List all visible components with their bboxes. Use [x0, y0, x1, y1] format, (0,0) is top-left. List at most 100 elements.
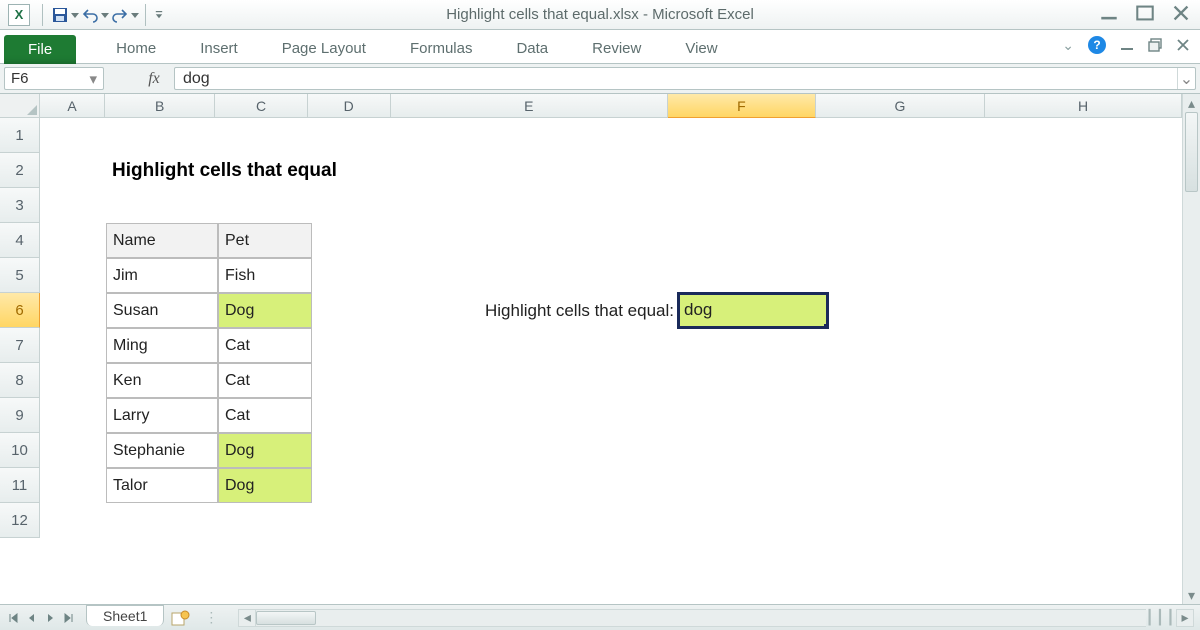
doc-minimize-button[interactable] — [1120, 38, 1134, 52]
fx-icon[interactable]: fx — [136, 70, 172, 88]
row-header-1[interactable]: 1 — [0, 118, 40, 153]
row-header-5[interactable]: 5 — [0, 258, 40, 293]
column-header-D[interactable]: D — [308, 94, 391, 118]
cell-value: Cat — [225, 407, 250, 425]
scroll-down-button[interactable]: ▾ — [1183, 586, 1200, 604]
redo-dropdown[interactable] — [131, 4, 139, 26]
scroll-left-button[interactable]: ◂ — [238, 609, 256, 627]
vertical-scrollbar[interactable]: ▴ ▾ — [1182, 94, 1200, 604]
row-header-7[interactable]: 7 — [0, 328, 40, 363]
cell-B7[interactable]: Ming — [106, 328, 218, 363]
column-header-C[interactable]: C — [215, 94, 308, 118]
name-box-dropdown-icon[interactable]: ▾ — [89, 70, 97, 88]
tab-data[interactable]: Data — [494, 34, 570, 63]
cell-B9[interactable]: Larry — [106, 398, 218, 433]
formula-input[interactable]: dog ⌄ — [174, 67, 1196, 90]
cell-C5[interactable]: Fish — [218, 258, 312, 293]
title-bar: X Highlight cells that equal.xlsx - Micr… — [0, 0, 1200, 30]
sheet-tab-sheet1[interactable]: Sheet1 — [86, 605, 164, 626]
cell-value: Highlight cells that equal — [112, 160, 337, 182]
vertical-scroll-track[interactable] — [1183, 112, 1200, 586]
tab-review[interactable]: Review — [570, 34, 663, 63]
sheet-nav-last-button[interactable] — [60, 610, 76, 626]
tab-view[interactable]: View — [663, 34, 739, 63]
column-header-B[interactable]: B — [105, 94, 215, 118]
column-header-A[interactable]: A — [40, 94, 105, 118]
tab-insert[interactable]: Insert — [178, 34, 260, 63]
sheet-nav-first-button[interactable] — [6, 610, 22, 626]
redo-button[interactable] — [109, 4, 131, 26]
cell-F6[interactable]: dog — [678, 293, 828, 328]
doc-restore-button[interactable] — [1148, 38, 1162, 52]
cell-C10[interactable]: Dog — [218, 433, 312, 468]
cell-B4[interactable]: Name — [106, 223, 218, 258]
cell-B5[interactable]: Jim — [106, 258, 218, 293]
tab-split-handle[interactable]: ⋮ — [192, 609, 232, 626]
column-header-F[interactable]: F — [668, 94, 816, 118]
cell-B11[interactable]: Talor — [106, 468, 218, 503]
cell-value: Larry — [113, 407, 149, 425]
cell-value: Stephanie — [113, 442, 185, 460]
row-header-12[interactable]: 12 — [0, 503, 40, 538]
horizontal-scroll-grip: ┃┃┃ — [1146, 609, 1176, 626]
sheet-nav-prev-button[interactable] — [24, 610, 40, 626]
cell-C11[interactable]: Dog — [218, 468, 312, 503]
cell-E6[interactable]: Highlight cells that equal: — [396, 293, 678, 328]
row-header-10[interactable]: 10 — [0, 433, 40, 468]
undo-dropdown[interactable] — [101, 4, 109, 26]
name-box[interactable]: F6 ▾ — [4, 67, 104, 90]
close-button[interactable] — [1172, 4, 1190, 22]
formula-bar: F6 ▾ fx dog ⌄ — [0, 64, 1200, 94]
help-button[interactable]: ? — [1088, 36, 1106, 54]
tab-home[interactable]: Home — [94, 34, 178, 63]
name-box-value: F6 — [11, 70, 29, 87]
cell-C4[interactable]: Pet — [218, 223, 312, 258]
vertical-scroll-thumb[interactable] — [1185, 112, 1198, 192]
cell-value: Talor — [113, 477, 148, 495]
cell-value: Dog — [225, 442, 254, 460]
cell-B2[interactable]: Highlight cells that equal — [106, 153, 496, 188]
column-header-E[interactable]: E — [391, 94, 669, 118]
row-header-8[interactable]: 8 — [0, 363, 40, 398]
worksheet-grid[interactable]: ABCDEFGH 123456789101112 Highlight cells… — [0, 94, 1200, 604]
cell-C6[interactable]: Dog — [218, 293, 312, 328]
cell-value: Dog — [225, 302, 254, 320]
column-header-G[interactable]: G — [816, 94, 985, 118]
ribbon-minimize-chevron-icon[interactable]: ⌄ — [1062, 37, 1074, 54]
cell-C9[interactable]: Cat — [218, 398, 312, 433]
minimize-button[interactable] — [1100, 4, 1118, 22]
maximize-button[interactable] — [1136, 4, 1154, 22]
save-button[interactable] — [49, 4, 71, 26]
file-tab[interactable]: File — [4, 35, 76, 64]
row-header-11[interactable]: 11 — [0, 468, 40, 503]
select-all-corner[interactable] — [0, 94, 40, 118]
cell-C8[interactable]: Cat — [218, 363, 312, 398]
row-header-3[interactable]: 3 — [0, 188, 40, 223]
row-header-2[interactable]: 2 — [0, 153, 40, 188]
horizontal-scroll-track[interactable] — [256, 609, 1146, 627]
qat-customize-dropdown[interactable] — [152, 4, 166, 26]
cell-B6[interactable]: Susan — [106, 293, 218, 328]
row-header-9[interactable]: 9 — [0, 398, 40, 433]
row-header-6[interactable]: 6 — [0, 293, 40, 328]
cell-B10[interactable]: Stephanie — [106, 433, 218, 468]
scroll-up-button[interactable]: ▴ — [1183, 94, 1200, 112]
formula-value: dog — [183, 70, 210, 88]
sheet-nav-next-button[interactable] — [42, 610, 58, 626]
tab-page-layout[interactable]: Page Layout — [260, 34, 388, 63]
horizontal-scroll-thumb[interactable] — [256, 611, 316, 625]
column-header-H[interactable]: H — [985, 94, 1182, 118]
row-header-4[interactable]: 4 — [0, 223, 40, 258]
qat-save-dropdown[interactable] — [71, 4, 79, 26]
doc-close-button[interactable] — [1176, 38, 1190, 52]
horizontal-scrollbar[interactable]: ◂ ┃┃┃ ▸ — [238, 609, 1194, 627]
new-sheet-button[interactable] — [170, 609, 192, 627]
cell-value: Fish — [225, 267, 255, 285]
tab-formulas[interactable]: Formulas — [388, 34, 495, 63]
cell-C7[interactable]: Cat — [218, 328, 312, 363]
undo-button[interactable] — [79, 4, 101, 26]
cell-B8[interactable]: Ken — [106, 363, 218, 398]
formula-expand-icon[interactable]: ⌄ — [1177, 68, 1195, 89]
cell-value: Cat — [225, 372, 250, 390]
scroll-right-button[interactable]: ▸ — [1176, 609, 1194, 627]
